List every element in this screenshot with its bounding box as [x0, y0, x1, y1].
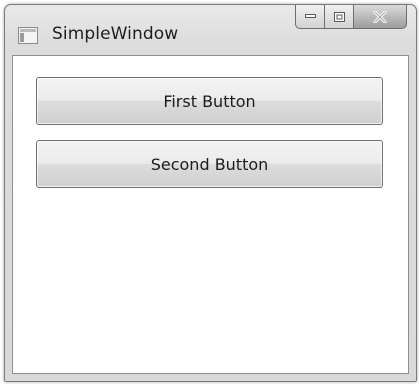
minimize-icon — [304, 14, 316, 18]
maximize-button[interactable] — [325, 5, 354, 29]
window-title: SimpleWindow — [52, 24, 179, 44]
close-icon — [373, 10, 387, 23]
minimize-button[interactable] — [295, 5, 325, 29]
caption-buttons — [295, 5, 407, 30]
second-button[interactable]: Second Button — [36, 140, 383, 188]
maximize-icon — [333, 11, 345, 22]
window-app-icon[interactable] — [18, 27, 38, 44]
title-bar[interactable]: SimpleWindow — [5, 5, 416, 55]
close-button[interactable] — [354, 5, 407, 29]
simple-window: SimpleWindow First Button Second Button — [4, 4, 417, 382]
client-area: First Button Second Button — [12, 55, 409, 374]
first-button[interactable]: First Button — [36, 77, 383, 125]
